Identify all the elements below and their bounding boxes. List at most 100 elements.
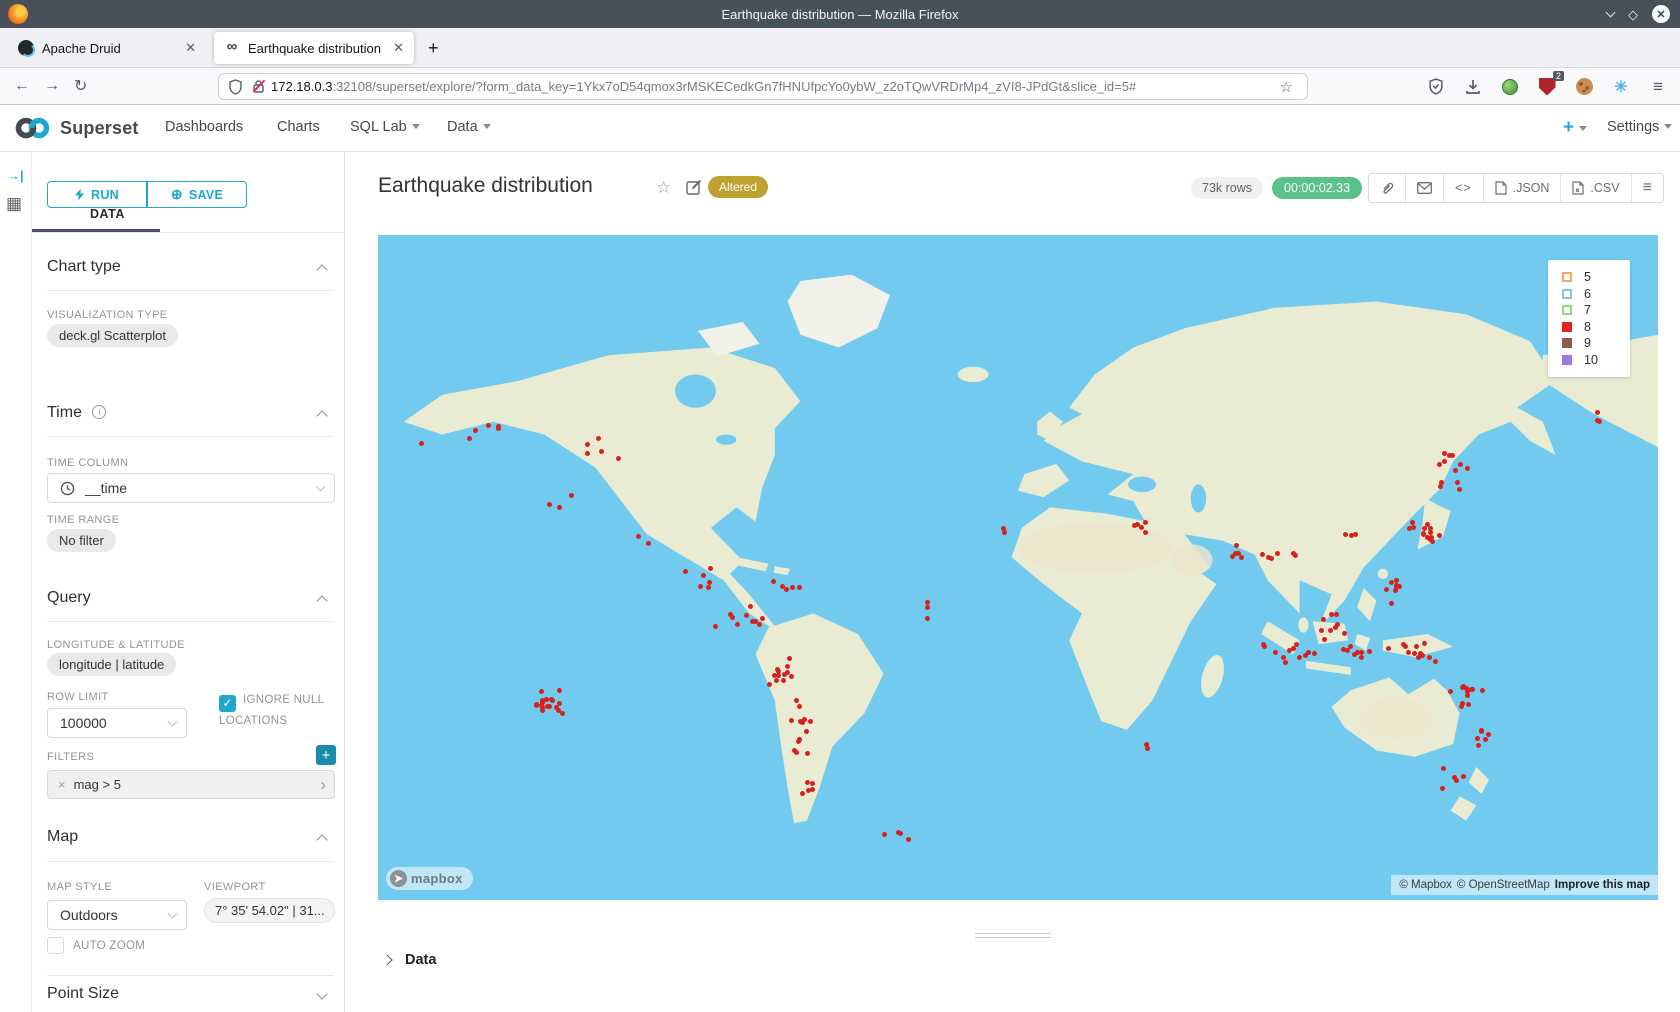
edit-properties-icon[interactable] <box>686 179 702 200</box>
add-new-button[interactable]: + <box>1563 117 1587 139</box>
data-panel-label: Data <box>405 952 436 968</box>
reload-button[interactable]: ↻ <box>74 76 87 96</box>
earthquake-point <box>810 787 815 792</box>
section-point-size[interactable]: Point Size <box>47 985 119 1003</box>
favorite-star-icon[interactable]: ☆ <box>656 178 671 198</box>
forward-button[interactable]: → <box>44 77 60 95</box>
window-minimize-icon[interactable] <box>1606 8 1616 18</box>
filter-chip[interactable]: × mag > 5 › <box>47 770 335 799</box>
section-query[interactable]: Query <box>47 589 91 607</box>
auto-zoom-checkbox[interactable]: AUTO ZOOM <box>47 937 145 954</box>
nav-item-charts[interactable]: Charts <box>277 119 320 135</box>
earthquake-point <box>1319 628 1324 633</box>
collapse-icon[interactable] <box>316 834 327 845</box>
remove-filter-icon[interactable]: × <box>58 777 66 792</box>
panel-resize-handle[interactable] <box>975 930 1051 941</box>
browser-tab-apache-druid[interactable]: Apache Druid ✕ <box>8 32 206 64</box>
nav-item-dashboards[interactable]: Dashboards <box>165 119 243 135</box>
map-style-select[interactable]: Outdoors <box>47 900 187 930</box>
earthquake-point <box>1266 555 1271 560</box>
earthquake-point <box>728 612 733 617</box>
url-field[interactable]: 172.18.0.3 :32108/superset/explore/?form… <box>218 73 1308 100</box>
viewport-value[interactable]: 7° 35' 54.02" | 31... <box>204 898 335 923</box>
attribution-mapbox[interactable]: © Mapbox <box>1399 879 1452 891</box>
nav-item-sql-lab[interactable]: SQL Lab <box>350 119 420 135</box>
insecure-lock-icon[interactable] <box>252 79 265 94</box>
earthquake-point <box>467 436 472 441</box>
earthquake-point <box>1459 704 1464 709</box>
collapse-icon[interactable] <box>316 595 327 606</box>
earthquake-point <box>1001 526 1006 531</box>
legend-label: 6 <box>1584 287 1591 301</box>
export-json-button[interactable]: .JSON <box>1484 174 1562 202</box>
embed-code-button[interactable]: <> <box>1444 174 1484 202</box>
menu-hamburger-icon[interactable]: ≡ <box>1648 77 1668 97</box>
pinwheel-extension-icon[interactable]: ✳ <box>1611 77 1631 97</box>
attribution-improve-link[interactable]: Improve this map <box>1555 879 1650 891</box>
attribution-osm[interactable]: © OpenStreetMap <box>1457 879 1550 891</box>
viz-type-value[interactable]: deck.gl Scatterplot <box>47 324 178 347</box>
earthquake-point <box>1394 578 1399 583</box>
dataset-grid-icon[interactable]: ▦ <box>6 194 22 214</box>
mapbox-wordmark: mapbox <box>411 871 463 886</box>
tracking-shield-icon[interactable] <box>228 79 243 95</box>
row-limit-value: 100000 <box>60 715 107 731</box>
brand-name: Superset <box>60 118 139 139</box>
window-close-icon[interactable]: ✕ <box>1652 5 1670 23</box>
earthquake-point <box>557 505 562 510</box>
email-button[interactable] <box>1406 174 1444 202</box>
run-button[interactable]: RUN <box>47 181 147 208</box>
collapse-icon[interactable] <box>316 264 327 275</box>
expand-icon[interactable] <box>316 988 327 999</box>
nav-item-data[interactable]: Data <box>447 119 491 135</box>
ignore-null-checkbox[interactable]: ✓IGNORE NULL LOCATIONS <box>219 691 335 730</box>
chevron-right-icon[interactable]: › <box>320 775 326 795</box>
copy-link-button[interactable] <box>1369 174 1406 202</box>
tab-data[interactable]: DATA <box>90 207 125 221</box>
collapse-icon[interactable] <box>316 410 327 421</box>
expand-panel-icon[interactable]: →| <box>7 168 24 183</box>
ublock-shield-icon[interactable]: 2 <box>1537 77 1557 97</box>
earthquake-point <box>1442 459 1447 464</box>
downloads-icon[interactable] <box>1463 77 1483 97</box>
export-csv-button[interactable]: .CSV <box>1561 174 1631 202</box>
lon-lat-value[interactable]: longitude | latitude <box>47 653 176 676</box>
legend-swatch <box>1562 338 1572 348</box>
tab-close-icon[interactable]: ✕ <box>185 40 196 56</box>
extension-green-icon[interactable] <box>1500 77 1520 97</box>
section-chart-type[interactable]: Chart type <box>47 258 121 276</box>
add-filter-button[interactable]: + <box>316 745 336 765</box>
earthquake-point <box>1303 653 1308 658</box>
time-column-value: __time <box>85 480 127 496</box>
new-tab-button[interactable]: + <box>428 38 439 59</box>
bookmark-star-icon[interactable]: ☆ <box>1280 78 1293 96</box>
earthquake-point <box>1283 660 1288 665</box>
section-map[interactable]: Map <box>47 828 78 846</box>
deckgl-scatter-map[interactable]: 5678910 ➤ mapbox © Mapbox © OpenStreetMa… <box>378 235 1658 900</box>
earthquake-point <box>1273 650 1278 655</box>
more-options-button[interactable]: ≡ <box>1632 174 1663 202</box>
map-style-value: Outdoors <box>60 907 118 923</box>
settings-menu[interactable]: Settings <box>1607 119 1672 135</box>
time-range-value[interactable]: No filter <box>47 529 116 552</box>
earthquake-point <box>701 573 706 578</box>
back-button[interactable]: ← <box>14 77 30 95</box>
superset-logo[interactable]: Superset <box>14 114 139 142</box>
section-time[interactable]: Time i <box>47 404 106 422</box>
altered-badge[interactable]: Altered <box>708 176 768 198</box>
pocket-shield-icon[interactable] <box>1426 77 1446 97</box>
window-maximize-icon[interactable]: ◇ <box>1628 8 1638 21</box>
tab-close-icon[interactable]: ✕ <box>393 40 404 56</box>
save-button[interactable]: ⊕ SAVE <box>147 181 247 208</box>
lightning-icon <box>75 188 85 201</box>
earthquake-point <box>599 449 604 454</box>
time-column-select[interactable]: __time <box>47 473 335 503</box>
cookie-extension-icon[interactable] <box>1574 77 1594 97</box>
time-column-label: TIME COLUMN <box>47 457 128 469</box>
earthquake-point <box>1407 526 1412 531</box>
earthquake-point <box>486 423 491 428</box>
row-limit-select[interactable]: 100000 <box>47 708 187 738</box>
mapbox-logo[interactable]: ➤ mapbox <box>386 867 473 890</box>
data-panel-toggle[interactable]: Data <box>383 952 436 968</box>
browser-tab-earthquake-distribution[interactable]: ∞ Earthquake distribution ✕ <box>214 32 414 64</box>
